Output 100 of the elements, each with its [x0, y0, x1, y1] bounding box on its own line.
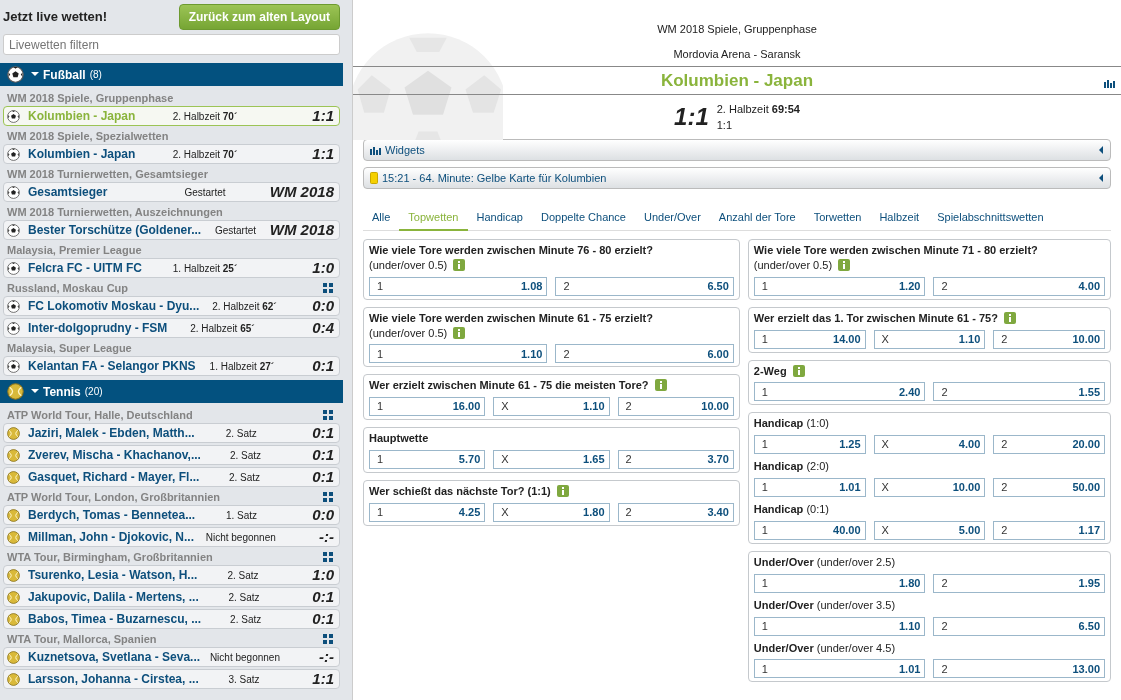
- odds-button[interactable]: X 10.00: [873, 478, 986, 498]
- tennis-ball-icon: [7, 383, 24, 400]
- event-status: 1. Halbzeit 25´: [171, 261, 239, 276]
- odds-button[interactable]: 1 1.10: [753, 616, 926, 636]
- tab[interactable]: Halbzeit: [870, 205, 929, 231]
- odds-button[interactable]: 2 4.00: [933, 276, 1106, 296]
- collapsible-panel[interactable]: Widgets: [363, 139, 1111, 161]
- odds-button[interactable]: 2 50.00: [993, 478, 1105, 498]
- event-row[interactable]: Kolumbien - Japan 2. Halbzeit 70´ 1:1: [3, 106, 340, 126]
- odds-button[interactable]: 2 10.00: [617, 397, 734, 417]
- tab[interactable]: Under/Over: [635, 205, 710, 231]
- odds-button[interactable]: 2 6.50: [555, 276, 734, 296]
- sport-header[interactable]: Tennis (20): [0, 380, 343, 403]
- event-row[interactable]: Tsurenko, Lesia - Watson, H... 2. Satz 1:0: [3, 565, 340, 585]
- odds-value: 4.00: [958, 437, 981, 453]
- event-name: Tsurenko, Lesia - Watson, H...: [28, 567, 198, 584]
- event-score: 1:1: [311, 668, 334, 689]
- event-status: 2. Satz: [227, 470, 261, 485]
- outcome-label: 2: [1001, 437, 1008, 453]
- odds-value: 20.00: [1072, 437, 1100, 453]
- odds-button[interactable]: 2 10.00: [993, 329, 1105, 349]
- event-row[interactable]: Kuznetsova, Svetlana - Seva... Nicht begonnen -:-: [3, 647, 340, 667]
- odds-button[interactable]: 1 2.40: [753, 382, 926, 402]
- odds-button[interactable]: 2 13.00: [933, 659, 1106, 679]
- odds-button[interactable]: 1 1.01: [753, 478, 866, 498]
- tennis-ball-icon: [7, 590, 20, 604]
- odds-button[interactable]: X 5.00: [873, 520, 986, 540]
- odds-button[interactable]: X 1.65: [493, 450, 610, 470]
- tennis-ball-icon: [7, 612, 20, 626]
- event-status: 3. Satz: [227, 672, 261, 687]
- event-status: Nicht begonnen: [208, 650, 281, 665]
- tab[interactable]: Spielabschnittswetten: [928, 205, 1053, 231]
- event-row[interactable]: Felcra FC - UITM FC 1. Halbzeit 25´ 1:0: [3, 258, 340, 278]
- event-row[interactable]: Bester Torschütze (Goldener... Gestartet WM 2018: [3, 220, 340, 240]
- odds-button[interactable]: 2 20.00: [993, 435, 1105, 455]
- event-row[interactable]: Zverev, Mischa - Khachanov,... 2. Satz 0:1: [3, 445, 340, 465]
- event-row[interactable]: Babos, Timea - Buzarnescu, ... 2. Satz 0:1: [3, 609, 340, 629]
- league-title: Malaysia, Premier League: [6, 243, 143, 258]
- collapsible-panel[interactable]: 15:21 - 64. Minute: Gelbe Karte für Kolumbien: [363, 167, 1111, 189]
- odds-button[interactable]: X 1.10: [493, 397, 610, 417]
- event-row[interactable]: Kelantan FA - Selangor PKNS 1. Halbzeit 27´ 0:1: [3, 356, 340, 376]
- odds-button[interactable]: 1 4.25: [369, 502, 486, 522]
- event-score: 1:1: [311, 105, 334, 126]
- event-row[interactable]: Gesamtsieger Gestartet WM 2018: [3, 182, 340, 202]
- event-row[interactable]: Gasquet, Richard - Mayer, Fl... 2. Satz 0:1: [3, 467, 340, 487]
- odds-value: 1.20: [899, 278, 921, 294]
- event-score: 1:1: [311, 143, 334, 164]
- outcome-label: 2: [1001, 331, 1008, 347]
- odds-button[interactable]: 1 16.00: [369, 397, 486, 417]
- odds-button[interactable]: X 1.10: [873, 329, 986, 349]
- event-name: Inter-dolgoprudny - FSM: [28, 320, 168, 337]
- event-score: 0:1: [311, 422, 334, 443]
- panel-label: Widgets: [385, 142, 426, 158]
- odds-button[interactable]: X 4.00: [873, 435, 986, 455]
- event-row[interactable]: Millman, John - Djokovic, N... Nicht begonnen -:-: [3, 527, 340, 547]
- odds-button[interactable]: 1 1.80: [753, 573, 926, 593]
- event-status: 1. Satz: [224, 508, 259, 523]
- odds-button[interactable]: 1 1.08: [369, 276, 548, 296]
- league-title: ATP World Tour, London, Großbritannien: [6, 490, 222, 505]
- stats-icon: [1104, 79, 1115, 88]
- tab[interactable]: Doppelte Chance: [532, 205, 635, 231]
- tennis-ball-icon: [7, 470, 20, 484]
- odds-button[interactable]: 1 5.70: [369, 450, 486, 470]
- sport-header[interactable]: Fußball (8): [0, 63, 343, 86]
- filter-field[interactable]: Livewetten filtern: [3, 34, 340, 55]
- odds-button[interactable]: 2 3.70: [617, 450, 734, 470]
- odds-button[interactable]: 1 1.25: [753, 435, 866, 455]
- odds-button[interactable]: X 1.80: [493, 502, 610, 522]
- odds-button[interactable]: 1 1.20: [753, 276, 926, 296]
- odds-button[interactable]: 2 1.55: [933, 382, 1106, 402]
- odds-button[interactable]: 2 3.40: [617, 502, 734, 522]
- event-row[interactable]: Berdych, Tomas - Bennetea... 1. Satz 0:0: [3, 505, 340, 525]
- event-row[interactable]: Larsson, Johanna - Cirstea, ... 3. Satz 1:1: [3, 669, 340, 689]
- event-row[interactable]: Jakupovic, Dalila - Mertens, ... 2. Satz 0:1: [3, 587, 340, 607]
- odds-button[interactable]: 2 1.17: [993, 520, 1105, 540]
- football-icon: [7, 223, 20, 237]
- outcome-label: X: [881, 437, 889, 453]
- panel-label: 15:21 - 64. Minute: Gelbe Karte für Kolumbien: [382, 170, 608, 186]
- tab[interactable]: Handicap: [467, 205, 532, 231]
- tab[interactable]: Anzahl der Tore: [709, 205, 805, 231]
- football-icon: [7, 147, 20, 161]
- event-row[interactable]: FC Lokomotiv Moskau - Dyu... 2. Halbzeit 62´ 0:0: [3, 296, 340, 316]
- odds-button[interactable]: 2 1.95: [933, 573, 1106, 593]
- event-row[interactable]: Jaziri, Malek - Ebden, Matth... 2. Satz 0:1: [3, 423, 340, 443]
- tab[interactable]: Alle: [363, 205, 400, 231]
- event-row[interactable]: Inter-dolgoprudny - FSM 2. Halbzeit 65´ 0:4: [3, 318, 340, 338]
- caret-icon: [1098, 174, 1104, 182]
- odds-button[interactable]: 2 6.50: [933, 616, 1106, 636]
- event-score: WM 2018: [269, 219, 334, 240]
- odds-button[interactable]: 1 40.00: [753, 520, 866, 540]
- league-title: WM 2018 Spiele, Spezialwetten: [6, 129, 170, 144]
- odds-button[interactable]: 2 6.00: [555, 344, 734, 364]
- market-note: (under/over 0.5): [369, 326, 448, 339]
- odds-button[interactable]: 1 1.01: [753, 659, 926, 679]
- tab[interactable]: Torwetten: [804, 205, 871, 231]
- odds-value: 4.25: [458, 505, 481, 521]
- odds-button[interactable]: 1 14.00: [753, 329, 866, 349]
- event-row[interactable]: Kolumbien - Japan 2. Halbzeit 70´ 1:1: [3, 144, 340, 164]
- odds-value: 1.17: [1078, 523, 1100, 539]
- odds-button[interactable]: 1 1.10: [369, 344, 548, 364]
